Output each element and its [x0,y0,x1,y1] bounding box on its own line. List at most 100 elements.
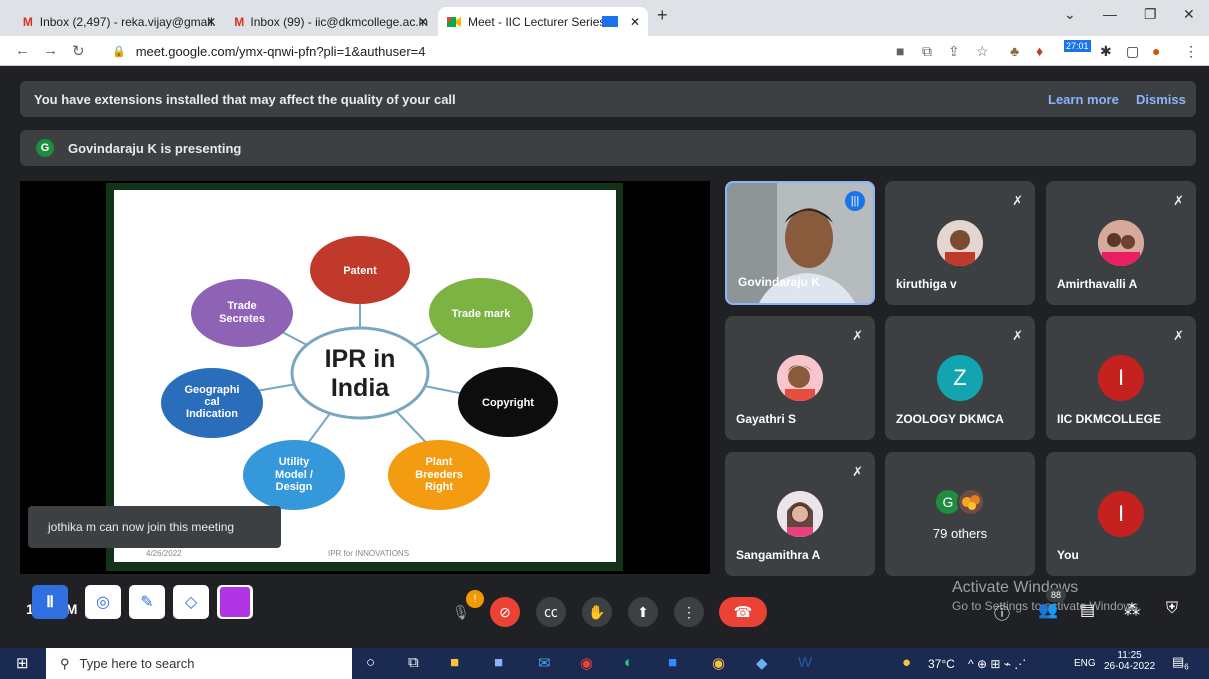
others-count: 79 others [932,526,988,541]
extension-icon[interactable]: ♦ [1036,43,1043,59]
cortana-icon[interactable]: ○ [366,654,375,671]
fingerprint-tool-button[interactable]: ◎ [85,585,121,619]
clock-time: 11:25 [1117,650,1142,661]
store-icon[interactable]: ■ [494,654,503,671]
eraser-tool-button[interactable]: ◇ [173,585,209,619]
bubble-label: Model / [275,469,313,481]
color-picker-button[interactable] [217,585,253,619]
self-tile[interactable]: I You [1046,452,1196,576]
chat-icon[interactable]: ▤ [1080,600,1095,620]
bubble-label: Copyright [482,397,534,409]
close-tab-icon[interactable]: ✕ [418,15,428,29]
bubble-label: Utility [279,456,310,468]
info-icon[interactable]: ⓘ [994,600,1010,624]
more-options-button[interactable]: ⋮ [674,597,704,627]
notification-count: 6 [1184,662,1189,672]
participant-tile[interactable]: ✗ I IIC DKMCOLLEGE [1046,316,1196,440]
extension-timer-icon[interactable]: 27:01 [1064,40,1091,52]
extension-icon[interactable]: ♣ [1010,43,1019,59]
participant-tile[interactable]: ||| Govindaraju K [725,181,875,305]
pen-tool-button[interactable]: ✎ [129,585,165,619]
tab-title: Inbox (99) - iic@dkmcollege.ac.in [250,14,428,29]
tab-gmail-1[interactable]: M Inbox (2,497) - reka.vijay@gmail. ✕ [14,7,224,36]
mic-off-icon: ✗ [1012,328,1023,343]
star-icon[interactable]: ☆ [976,43,989,60]
new-tab-button[interactable]: + [657,5,668,26]
participant-name: You [1057,548,1079,562]
task-view-icon[interactable]: ⧉ [408,654,419,671]
center-node [290,326,430,420]
camera-off-button[interactable]: ⊘ [490,597,520,627]
pause-annotation-button[interactable]: Ⅱ [32,585,68,619]
participant-tile[interactable]: ✗ Amirthavalli A [1046,181,1196,305]
participant-name: ZOOLOGY DKMCA [896,412,1004,426]
gmail-icon: M [22,14,33,29]
avatar: Z [937,355,983,401]
learn-more-link[interactable]: Learn more [1048,92,1119,107]
participant-name: Sangamithra A [736,548,821,562]
participant-tile[interactable]: ✗ Sangamithra A [725,452,875,576]
close-window-icon[interactable]: ✕ [1183,6,1195,23]
share-icon[interactable]: ⇪ [948,43,960,60]
notification-icon[interactable]: ▤6 [1172,654,1189,672]
participant-name: IIC DKMCOLLEGE [1057,412,1161,426]
clock[interactable]: 11:25 26-04-2022 [1104,650,1155,672]
tab-meet[interactable]: Meet - IIC Lecturer Series ✕ [438,7,648,36]
sharing-icon [602,16,618,27]
people-icon[interactable]: 👥 [1038,600,1058,620]
system-tray-icons[interactable]: ^ ⊕ ⊞ ⌁ ⋰ [968,657,1026,671]
mic-off-icon: ✗ [852,464,863,479]
side-panel-icon[interactable]: ▢ [1126,43,1139,60]
url-text: meet.google.com/ymx-qnwi-pfn?pli=1&authu… [135,43,426,59]
profile-avatar[interactable]: ● [1152,43,1160,59]
bubble-label: Trade [227,300,256,312]
avatar [777,355,823,401]
participant-tile[interactable]: ✗ kiruthiga v [885,181,1035,305]
participant-tile[interactable]: ✗ Gayathri S [725,316,875,440]
tab-gmail-2[interactable]: M Inbox (99) - iic@dkmcollege.ac.in ✕ [226,7,436,36]
chrome-icon[interactable]: ◉ [580,654,593,672]
file-explorer-icon[interactable]: ■ [450,654,459,671]
edge-icon[interactable]: ◐ [624,654,633,671]
back-icon[interactable]: ← [15,42,30,59]
others-tile[interactable]: G 79 others [885,452,1035,576]
clock-date: 26-04-2022 [1104,661,1156,672]
zoom-icon[interactable]: ■ [668,654,677,671]
close-tab-icon[interactable]: ✕ [206,15,216,29]
url-field[interactable]: 🔒 meet.google.com/ymx-qnwi-pfn?pli=1&aut… [100,39,880,63]
puzzle-icon[interactable]: ✱ [1100,43,1112,60]
activities-icon[interactable]: ⁂ [1124,600,1140,620]
avatar [957,488,985,516]
avatar [1098,220,1144,266]
menu-icon[interactable]: ⋮ [1184,43,1198,60]
chrome-active-icon[interactable]: ◉ [712,654,725,672]
word-icon[interactable]: W [798,654,812,671]
extension-badge: 27:01 [1064,40,1091,52]
address-bar-row: ← → ↻ 🔒 meet.google.com/ymx-qnwi-pfn?pli… [0,36,1209,66]
restore-icon[interactable]: ❐ [1144,6,1157,23]
present-button[interactable]: ⬆ [628,597,658,627]
minimize-icon[interactable]: — [1103,6,1117,22]
participant-tile[interactable]: ✗ Z ZOOLOGY DKMCA [885,316,1035,440]
tab-search-icon[interactable]: ⌄ [1064,6,1076,23]
app-icon[interactable]: ◆ [756,654,768,672]
taskbar-search[interactable]: ⚲ Type here to search [46,648,352,679]
forward-icon[interactable]: → [43,42,58,59]
presenting-text: Govindaraju K is presenting [68,140,242,156]
reload-icon[interactable]: ↻ [72,42,85,60]
leave-call-button[interactable]: ☎ [719,597,767,627]
windows-start-icon[interactable]: ⊞ [16,654,29,672]
open-external-icon[interactable]: ⧉ [922,43,932,60]
slide-footer: IPR for INNOVATIONS [328,549,409,558]
raise-hand-button[interactable]: ✋ [582,597,612,627]
host-controls-icon[interactable]: ⛨ [1166,600,1178,618]
dismiss-button[interactable]: Dismiss [1136,92,1186,107]
captions-button[interactable]: ㏄ [536,597,566,627]
bubble-label: cal [204,396,219,408]
camera-icon[interactable]: ■ [896,43,904,59]
close-tab-icon[interactable]: ✕ [630,15,640,29]
search-placeholder: Type here to search [79,656,195,671]
avatar [777,491,823,537]
language-indicator[interactable]: ENG [1074,658,1096,669]
mail-icon[interactable]: ✉ [538,654,551,672]
